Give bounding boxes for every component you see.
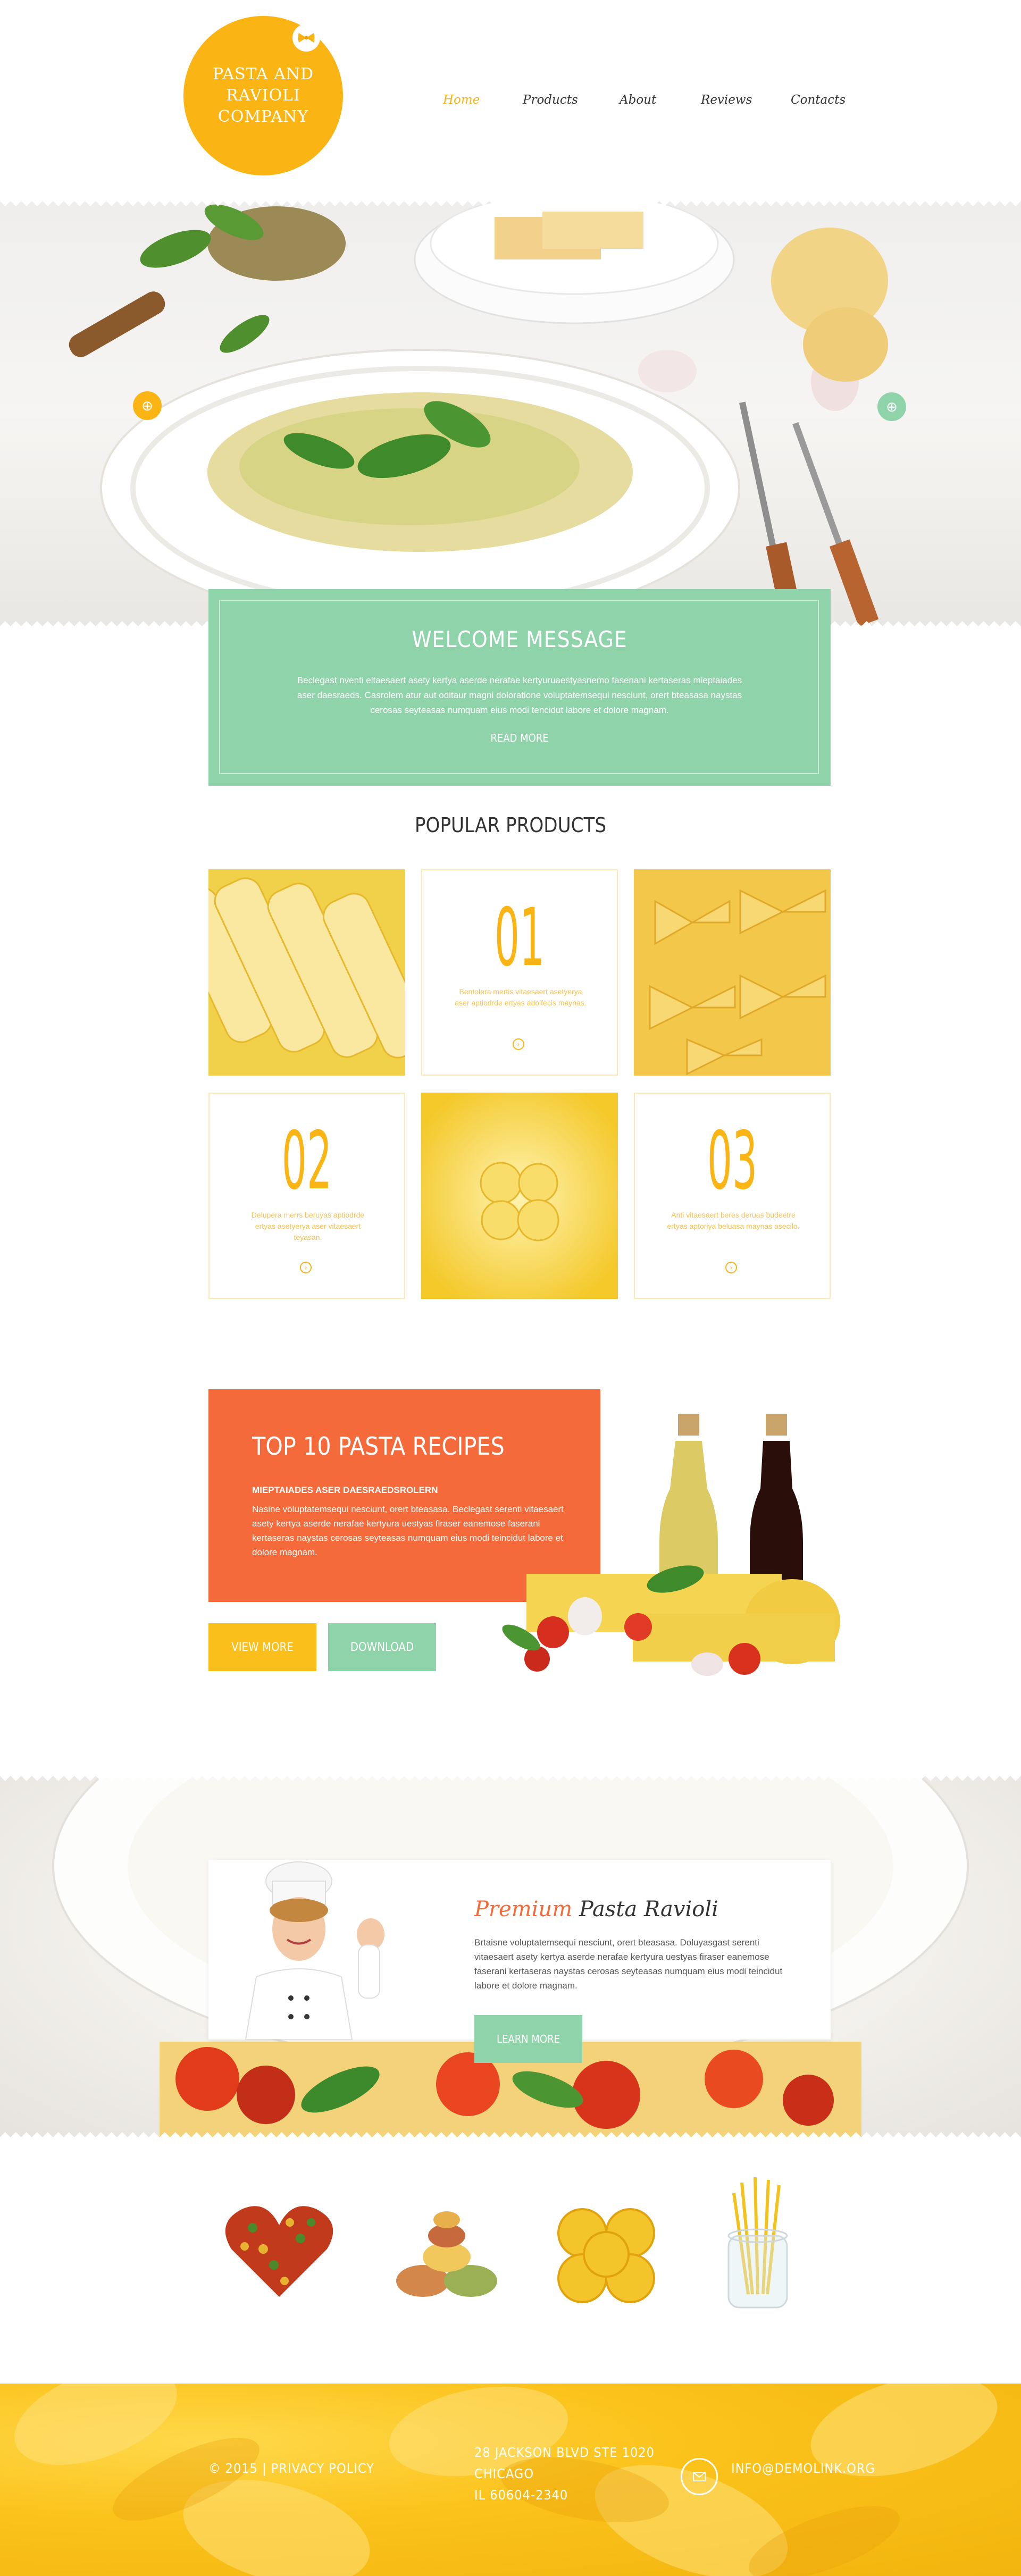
slider-prev-button[interactable]: ⊕ (133, 391, 162, 420)
chef-image (245, 1861, 384, 2040)
product-image-spaghetti[interactable] (421, 1093, 618, 1299)
read-more-link[interactable]: READ MORE (208, 732, 831, 744)
arrow-circle-icon: ⊕ (886, 398, 898, 415)
product-description: Anti vitaesaert beres deruas budeetre er… (667, 1211, 800, 1230)
nav-home[interactable]: Home (443, 93, 480, 107)
view-more-button[interactable]: VIEW MORE (208, 1623, 316, 1671)
nav-about[interactable]: About (620, 93, 656, 107)
section-title: POPULAR PRODUCTS (414, 813, 607, 837)
premium-body: Brtaisne voluptatemsequi nesciunt, orert… (474, 1937, 783, 1991)
nav-products[interactable]: Products (523, 93, 578, 107)
address-line: 28 JACKSON BLVD STE 1020 (474, 2445, 655, 2460)
pasta-heart-image[interactable] (221, 2191, 338, 2308)
recipes-title: TOP 10 PASTA RECIPES (252, 1432, 505, 1461)
product-image-penne[interactable] (208, 869, 405, 1076)
address-line: CHICAGO (474, 2466, 534, 2481)
footer: © 2015 | PRIVACY POLICY 28 JACKSON BLVD … (0, 2384, 1021, 2576)
hero-slider: ⊕ ⊕ (0, 201, 1021, 626)
logo-text: PASTA AND RAVIOLI COMPANY (212, 65, 314, 126)
copyright-text[interactable]: © 2015 | PRIVACY POLICY (208, 2458, 374, 2479)
learn-more-button[interactable]: LEARN MORE (474, 2015, 582, 2063)
premium-title-accent: Premium (474, 1897, 573, 1921)
zigzag-divider (0, 1776, 1021, 1786)
zigzag-divider (0, 201, 1021, 212)
spaghetti-jar-image[interactable] (705, 2172, 811, 2318)
nav-reviews[interactable]: Reviews (701, 93, 752, 107)
product-number: 02 (281, 1115, 332, 1207)
product-number: 01 (494, 892, 545, 984)
welcome-title: WELCOME MESSAGE (412, 626, 627, 652)
address-line: IL 60604-2340 (474, 2487, 568, 2503)
arrow-circle-icon[interactable]: › (513, 1038, 524, 1050)
zigzag-divider (0, 2127, 1021, 2137)
product-card-02[interactable]: 02 Delupera merrs beruyas aptiodrde erty… (208, 1093, 405, 1299)
product-card-01[interactable]: 01 Bentolera mertis vitaesaert asetyerya… (421, 869, 618, 1076)
recipes-subtitle: MIEPTAIADES ASER DAESRAEDSROLERN (252, 1485, 438, 1495)
product-card-03[interactable]: 03 Anti vitaesaert beres deruas budeetre… (634, 1093, 831, 1299)
arrow-circle-icon: ⊕ (141, 397, 153, 414)
email-link[interactable]: INFO@DEMOLINK.ORG (731, 2458, 875, 2479)
arrow-circle-icon[interactable]: › (725, 1262, 737, 1273)
pasta-nests-image[interactable] (391, 2206, 503, 2302)
pasta-still-life-image (502, 1414, 840, 1676)
tagliatelle-nests-image[interactable] (550, 2201, 662, 2308)
premium-title: Premium Pasta Ravioli (474, 1897, 718, 1921)
welcome-box: WELCOME MESSAGE Beclegast nventi eltaesa… (208, 589, 831, 786)
nav-contacts[interactable]: Contacts (791, 93, 846, 107)
premium-box: Premium Pasta Ravioli Brtaisne voluptate… (208, 1860, 831, 2040)
product-description: Bentolera mertis vitaesaert asetyerya as… (455, 987, 587, 1007)
mail-icon[interactable] (681, 2458, 718, 2495)
premium-title-rest: Pasta Ravioli (579, 1897, 718, 1921)
slider-next-button[interactable]: ⊕ (877, 392, 906, 421)
download-button[interactable]: DOWNLOAD (328, 1623, 436, 1671)
product-description: Delupera merrs beruyas aptiodrde ertyas … (251, 1211, 365, 1241)
welcome-body: Beclegast nventi eltaesaert asety kertya… (297, 675, 742, 715)
pasta-bow-icon (292, 24, 320, 52)
product-number: 03 (707, 1115, 758, 1207)
product-image-farfalle[interactable] (634, 869, 831, 1076)
arrow-circle-icon[interactable]: › (300, 1262, 312, 1273)
